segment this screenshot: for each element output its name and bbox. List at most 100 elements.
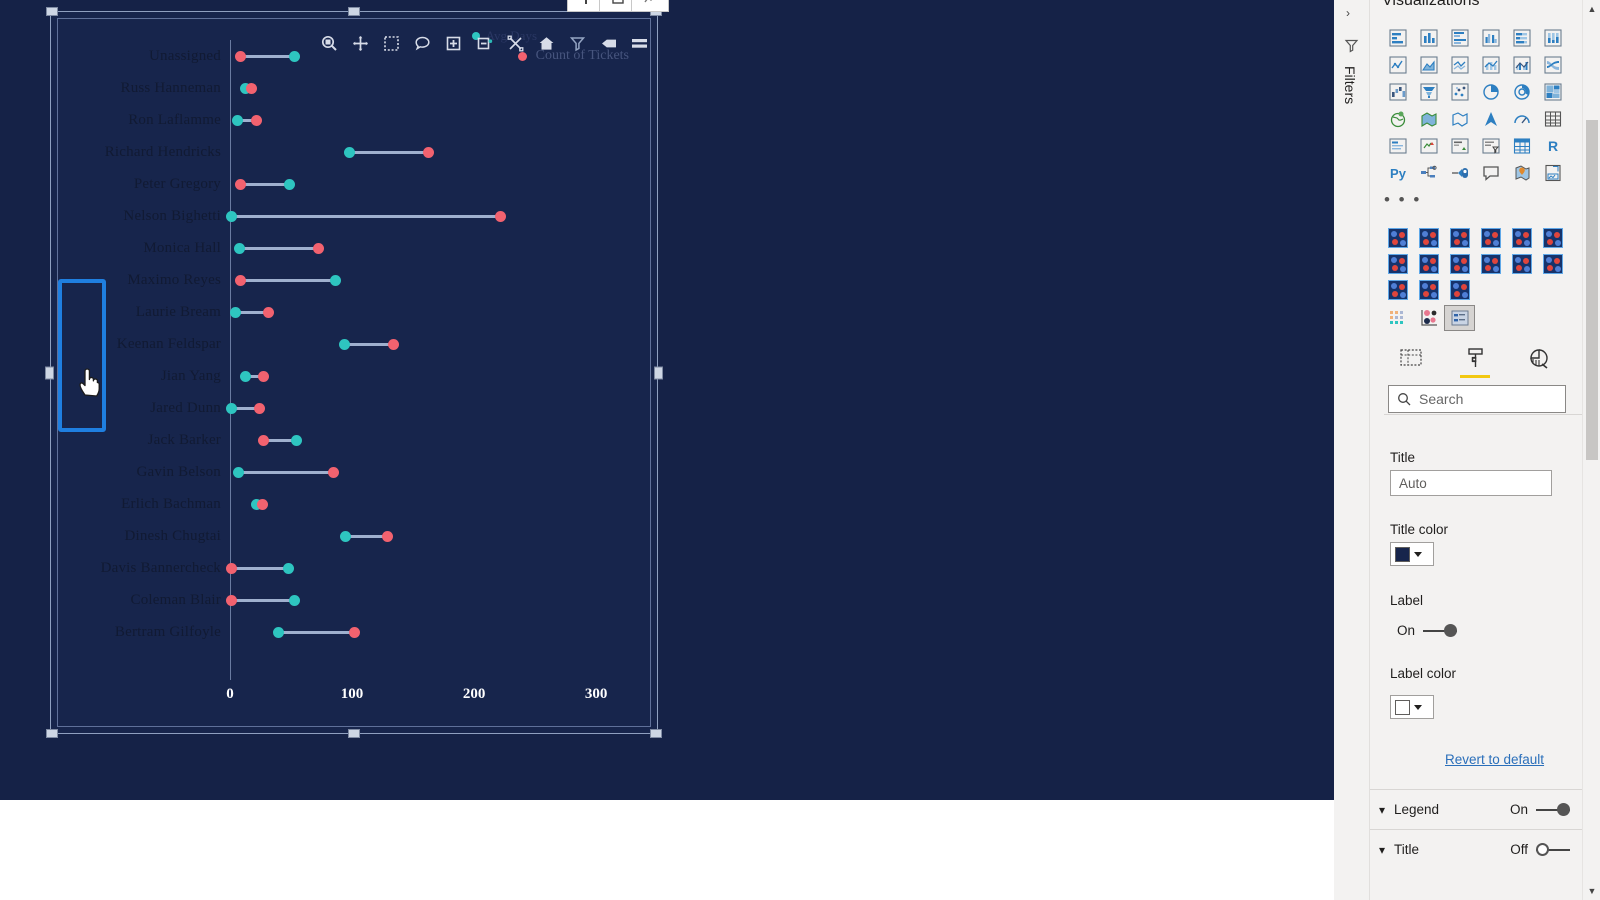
custom-visual-icon[interactable] (1382, 277, 1413, 303)
category-label[interactable]: Davis Bannercheck (65, 552, 230, 584)
custom-visual-icon[interactable] (1506, 251, 1537, 277)
category-label[interactable]: Russ Hanneman (65, 72, 230, 104)
dumbbell-row[interactable] (225, 552, 645, 584)
slicer-icon[interactable] (1475, 132, 1506, 159)
chevron-right-icon[interactable]: › (1346, 6, 1350, 20)
data-point-count-of-tickets[interactable] (495, 211, 507, 222)
filters-rail[interactable]: › Filters (1334, 0, 1370, 900)
more-options-icon[interactable] (626, 30, 652, 56)
data-point-avg-days[interactable] (240, 371, 252, 382)
data-point-avg-days[interactable] (230, 307, 242, 318)
line-chart-icon[interactable] (1382, 51, 1413, 78)
title-switch[interactable] (1536, 843, 1570, 857)
data-point-count-of-tickets[interactable] (246, 83, 258, 94)
custom-visual-icon[interactable] (1413, 225, 1444, 251)
category-label[interactable]: Bertram Gilfoyle (65, 616, 230, 648)
category-label[interactable]: Coleman Blair (65, 584, 230, 616)
custom-visual-icon[interactable] (1506, 225, 1537, 251)
category-label[interactable]: Dinesh Chugtai (65, 520, 230, 552)
category-label[interactable]: Jack Barker (65, 424, 230, 456)
accordion-title-toggle[interactable]: Off (1510, 842, 1570, 857)
dumbbell-row[interactable] (231, 488, 645, 520)
focus-mode-icon[interactable] (316, 30, 342, 56)
scroll-down-icon[interactable]: ▼ (1583, 882, 1600, 900)
dumbbell-row[interactable] (231, 616, 645, 648)
drill-down-icon[interactable] (440, 30, 466, 56)
custom-visual-icon[interactable] (1382, 225, 1413, 251)
data-point-avg-days[interactable] (343, 147, 355, 158)
category-label[interactable]: Ron Laflamme (65, 104, 230, 136)
clustered-column-chart-icon[interactable] (1475, 24, 1506, 51)
dumbbell-row[interactable] (230, 296, 645, 328)
data-point-count-of-tickets[interactable] (263, 307, 275, 318)
data-point-count-of-tickets[interactable] (251, 115, 263, 126)
data-point-count-of-tickets[interactable] (235, 179, 247, 190)
dumbbell-row[interactable] (231, 168, 645, 200)
line-stacked-column-chart-icon[interactable] (1475, 51, 1506, 78)
data-point-avg-days[interactable] (225, 403, 237, 414)
report-canvas[interactable]: Unassigned Russ Hanneman Ron Laflamme Richa… (0, 0, 1334, 900)
decomposition-tree-icon[interactable] (1413, 159, 1444, 186)
waterfall-chart-icon[interactable] (1382, 78, 1413, 105)
data-point-avg-days[interactable] (234, 243, 246, 254)
format-search-box[interactable]: Search (1388, 385, 1566, 413)
category-label[interactable]: Keenan Feldspar (65, 328, 230, 360)
map-icon[interactable] (1382, 105, 1413, 132)
category-label[interactable]: Maximo Reyes (65, 264, 230, 296)
dumbbell-row[interactable] (231, 136, 645, 168)
q-and-a-icon[interactable] (1475, 159, 1506, 186)
drill-up-icon[interactable] (471, 30, 497, 56)
treemap-icon[interactable] (1537, 78, 1568, 105)
data-point-avg-days[interactable] (340, 531, 352, 542)
pane-tabs[interactable] (1384, 340, 1570, 378)
category-label[interactable]: Unassigned (65, 40, 230, 72)
data-point-avg-days[interactable] (225, 211, 237, 222)
dumbbell-row[interactable] (231, 232, 645, 264)
category-label[interactable]: Erlich Bachman (65, 488, 230, 520)
fields-tab[interactable] (1392, 340, 1430, 376)
plot-body[interactable] (225, 40, 645, 680)
filter-icon[interactable] (564, 30, 590, 56)
accordion-title[interactable]: ▾ Title Off (1370, 829, 1582, 869)
data-point-count-of-tickets[interactable] (258, 371, 270, 382)
table-icon[interactable] (1537, 105, 1568, 132)
donut-chart-icon[interactable] (1506, 78, 1537, 105)
category-label[interactable]: Monica Hall (65, 232, 230, 264)
data-point-count-of-tickets[interactable] (253, 403, 265, 414)
custom-visual-icon[interactable] (1475, 225, 1506, 251)
label-toggle-row[interactable]: On (1397, 623, 1458, 638)
drill-mode-icon[interactable] (347, 30, 373, 56)
data-point-count-of-tickets[interactable] (348, 627, 360, 638)
dumbbell-row[interactable] (225, 200, 645, 232)
funnel-chart-icon[interactable] (1413, 78, 1444, 105)
chevron-down-icon[interactable]: ▾ (1370, 803, 1394, 817)
key-influencers-icon[interactable] (1444, 159, 1475, 186)
resize-handle-bottom-center[interactable] (348, 729, 360, 738)
analytics-tab[interactable] (1520, 340, 1558, 376)
stacked-bar-chart-icon[interactable] (1382, 24, 1413, 51)
comment-icon[interactable] (409, 30, 435, 56)
data-point-avg-days[interactable] (339, 339, 350, 350)
chevron-down-icon[interactable] (1414, 551, 1422, 557)
data-point-count-of-tickets[interactable] (225, 595, 237, 606)
100-stacked-column-chart-icon[interactable] (1537, 24, 1568, 51)
shape-map-icon[interactable] (1444, 105, 1475, 132)
selected-custom-visual-icon[interactable] (1444, 305, 1475, 331)
python-visual-icon[interactable]: Py (1382, 159, 1413, 186)
category-label[interactable]: Laurie Bream (65, 296, 230, 328)
visualization-type-grid[interactable]: R Py (1382, 24, 1570, 186)
revert-to-default-link[interactable]: Revert to default (1445, 752, 1544, 767)
stacked-area-chart-icon[interactable] (1444, 51, 1475, 78)
data-point-avg-days[interactable] (284, 179, 296, 190)
accordion-legend-toggle[interactable]: On (1510, 802, 1570, 817)
category-label[interactable]: Gavin Belson (65, 456, 230, 488)
data-point-count-of-tickets[interactable] (381, 531, 393, 542)
data-point-count-of-tickets[interactable] (235, 51, 247, 62)
data-point-avg-days[interactable] (231, 115, 243, 126)
100-stacked-bar-chart-icon[interactable] (1506, 24, 1537, 51)
dumbbell-row[interactable] (231, 72, 645, 104)
custom-visuals-extra-row[interactable] (1382, 305, 1475, 331)
azure-map-icon[interactable] (1506, 159, 1537, 186)
category-label[interactable]: Peter Gregory (65, 168, 230, 200)
data-point-count-of-tickets[interactable] (313, 243, 325, 254)
